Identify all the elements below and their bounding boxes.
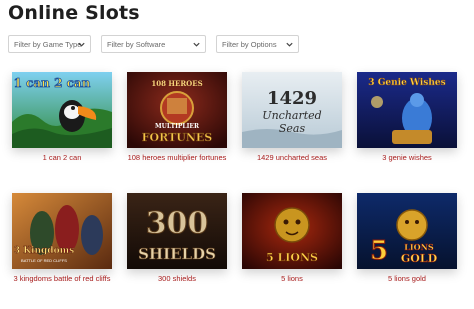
logo-text: 300: [146, 206, 209, 241]
game-card-300-shields[interactable]: 300 SHIELDS: [127, 193, 227, 269]
game-card-1-can-2-can[interactable]: 1 can 2 can: [12, 72, 112, 148]
game-title-link[interactable]: 1 can 2 can: [6, 149, 118, 167]
logo-text: FORTUNES: [142, 131, 213, 144]
logo-text: 1429: [267, 88, 317, 109]
filter-game-type-select[interactable]: Filter by Game Type: [8, 35, 91, 53]
game-title-link[interactable]: 5 lions: [236, 270, 348, 288]
filter-software-select[interactable]: Filter by Software: [101, 35, 206, 53]
game-thumbnail-3-kingdoms: 3 Kingdoms BATTLE OF RED CLIFFS: [12, 193, 112, 269]
logo-text: Uncharted: [262, 109, 321, 122]
game-thumbnail-5-lions: 5 LIONS: [242, 193, 342, 269]
logo-text: MULTIPLIER: [155, 123, 200, 130]
game-title-link[interactable]: 5 lions gold: [351, 270, 463, 288]
logo-text: Seas: [279, 122, 306, 135]
game-card-1429-uncharted-seas[interactable]: 1429 Uncharted Seas: [242, 72, 342, 148]
game-card-3-genie-wishes[interactable]: 3 Genie Wishes: [357, 72, 457, 148]
game-title-link[interactable]: 3 genie wishes: [351, 149, 463, 167]
game-thumbnail-1429-uncharted-seas: 1429 Uncharted Seas: [242, 72, 342, 148]
filter-game-type-label: Filter by Game Type: [14, 39, 82, 49]
game-card-108-heroes[interactable]: 108 HEROES MULTIPLIER FORTUNES: [127, 72, 227, 148]
game-title-link[interactable]: 1429 uncharted seas: [236, 149, 348, 167]
game-title-link[interactable]: 300 shields: [121, 270, 233, 288]
logo-text: 3 Kingdoms: [14, 246, 74, 256]
chevron-down-icon: [78, 42, 85, 47]
logo-text: 3 Genie Wishes: [368, 78, 445, 88]
logo-text: GOLD: [401, 252, 438, 265]
game-card-3-kingdoms[interactable]: 3 Kingdoms BATTLE OF RED CLIFFS: [12, 193, 112, 269]
logo-text: SHIELDS: [138, 245, 216, 263]
game-card-5-lions[interactable]: 5 LIONS: [242, 193, 342, 269]
game-thumbnail-108-heroes: 108 HEROES MULTIPLIER FORTUNES: [127, 72, 227, 148]
game-thumbnail-1-can-2-can: 1 can 2 can: [12, 72, 112, 148]
logo-text: BATTLE OF RED CLIFFS: [21, 258, 67, 263]
filter-options-select[interactable]: Filter by Options: [216, 35, 299, 53]
game-card-5-lions-gold[interactable]: 5 LIONS GOLD: [357, 193, 457, 269]
game-title-link[interactable]: 3 kingdoms battle of red cliffs: [6, 270, 118, 288]
game-thumbnail-5-lions-gold: 5 LIONS GOLD: [357, 193, 457, 269]
logo-text: LIONS: [404, 242, 434, 252]
game-title-link[interactable]: 108 heroes multiplier fortunes: [121, 149, 233, 167]
logo-text: 108 HEROES: [151, 79, 202, 88]
chevron-down-icon: [286, 42, 293, 47]
game-thumbnail-300-shields: 300 SHIELDS: [127, 193, 227, 269]
game-thumbnail-3-genie-wishes: 3 Genie Wishes: [357, 72, 457, 148]
filter-software-label: Filter by Software: [107, 39, 166, 49]
logo-text: 5 LIONS: [266, 251, 318, 264]
page-title: Online Slots: [8, 2, 140, 24]
filter-options-label: Filter by Options: [222, 39, 277, 49]
logo-text: 1 can 2 can: [14, 76, 91, 90]
logo-text: 5: [370, 236, 388, 266]
chevron-down-icon: [193, 42, 200, 47]
online-slots-page: Online Slots Filter by Game Type Filter …: [0, 0, 474, 309]
